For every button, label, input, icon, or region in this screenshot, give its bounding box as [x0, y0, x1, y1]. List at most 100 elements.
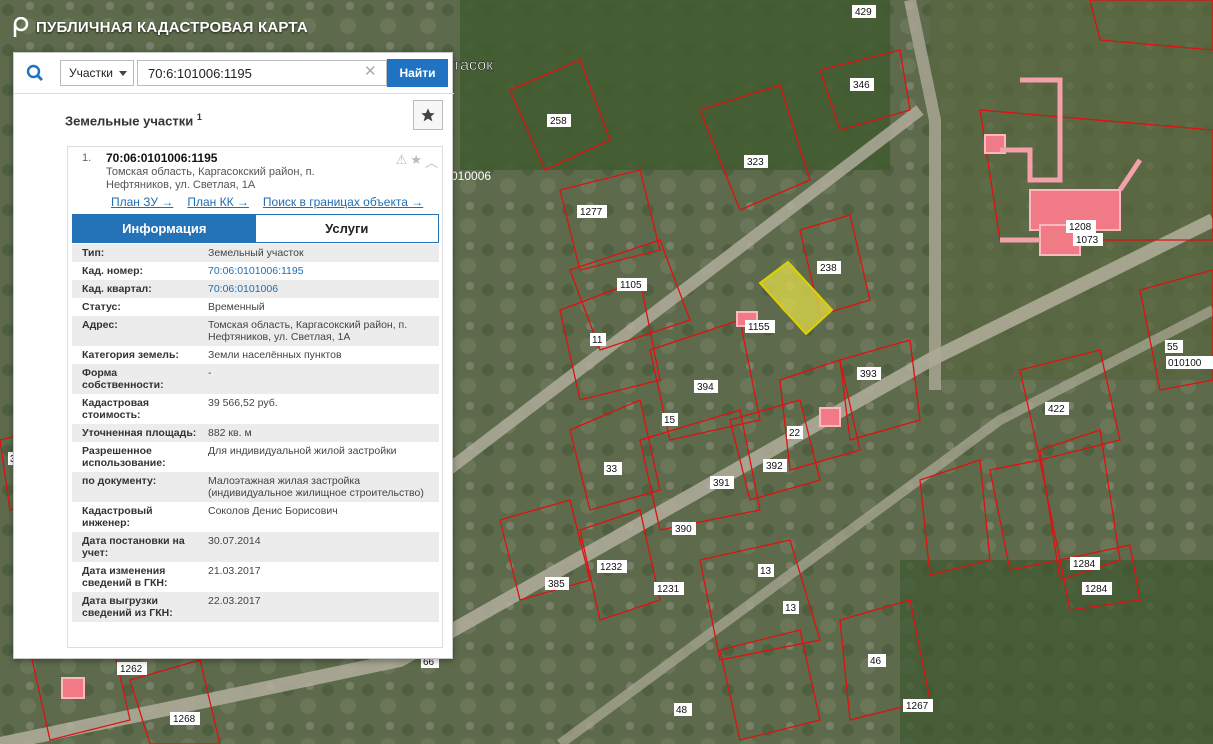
- search-toggle-button[interactable]: [14, 53, 56, 93]
- result-card[interactable]: 1. 70:06:0101006:1195 Томская область, К…: [67, 146, 443, 648]
- object-type-value: Участки: [69, 66, 113, 80]
- info-value: Земли населённых пунктов: [208, 349, 342, 361]
- info-label: Форма собственности:: [82, 367, 164, 391]
- cadastral-quarter-link[interactable]: 70:06:0101006: [204, 280, 439, 298]
- map-label-1208: 1208: [1066, 220, 1096, 233]
- svg-text:323: 323: [747, 157, 764, 168]
- card-tabs: Информация Услуги: [72, 214, 439, 243]
- svg-text:1232: 1232: [600, 562, 623, 573]
- map-label-15: 15: [662, 413, 678, 426]
- svg-text:429: 429: [855, 7, 872, 18]
- svg-text:1284: 1284: [1073, 559, 1096, 570]
- svg-text:010100: 010100: [1168, 358, 1202, 369]
- info-row: Разрешенное использование: Для индивидуал…: [72, 442, 439, 472]
- tab-services[interactable]: Услуги: [255, 215, 438, 242]
- svg-text:13: 13: [760, 566, 772, 577]
- info-row: Кад. номер: 70:06:0101006:1195: [72, 262, 439, 280]
- map-label-13b: 13: [783, 601, 799, 614]
- map-label-48: 48: [674, 703, 692, 716]
- map-label-390: 390: [672, 522, 696, 535]
- object-type-select[interactable]: Участки: [60, 60, 134, 86]
- chevron-up-icon[interactable]: ︿: [425, 152, 438, 171]
- map-label-323: 323: [744, 155, 768, 168]
- info-row: Дата изменения сведений в ГКН: 21.03.2017: [72, 562, 439, 592]
- svg-text:391: 391: [713, 478, 730, 489]
- map-label-tasok: тасок: [453, 57, 494, 74]
- info-label: Уточненная площадь:: [82, 427, 197, 439]
- results-header: Земельные участки 1: [14, 93, 454, 135]
- search-in-bounds-link[interactable]: Поиск в границах объекта →: [263, 195, 423, 209]
- svg-text:48: 48: [676, 705, 688, 716]
- plan-zu-link[interactable]: План ЗУ →: [111, 195, 173, 209]
- svg-text:392: 392: [766, 461, 783, 472]
- info-label: по документу:: [82, 475, 157, 487]
- info-label: Дата выгрузки сведений из ГКН:: [82, 595, 173, 619]
- map-label-1155: 1155: [745, 320, 775, 333]
- map-label-429: 429: [852, 5, 876, 18]
- info-label: Кад. квартал:: [82, 283, 152, 295]
- map-label-1284: 1284: [1070, 557, 1100, 570]
- results-count: 1: [196, 112, 202, 122]
- svg-text:1262: 1262: [120, 664, 143, 675]
- star-icon[interactable]: ★: [410, 152, 422, 171]
- map-label-346: 346: [850, 78, 874, 91]
- map-label-385: 385: [545, 577, 569, 590]
- info-row: Уточненная площадь: 882 кв. м: [72, 424, 439, 442]
- map-label-33: 33: [604, 462, 622, 475]
- map-label-55: 55: [1165, 340, 1183, 353]
- info-value: 882 кв. м: [208, 427, 252, 439]
- favorite-button[interactable]: [413, 100, 443, 130]
- info-value: Земельный участок: [208, 247, 304, 259]
- search-bar: Участки ✕ Найти: [14, 53, 454, 93]
- svg-text:390: 390: [675, 524, 692, 535]
- map-label-1105: 1105: [617, 278, 647, 291]
- svg-text:394: 394: [697, 382, 714, 393]
- svg-text:422: 422: [1048, 404, 1065, 415]
- map-label-238: 238: [817, 261, 841, 274]
- find-button[interactable]: Найти: [387, 59, 448, 87]
- clear-icon[interactable]: ✕: [364, 64, 377, 80]
- warning-icon[interactable]: ⚠: [396, 152, 408, 171]
- info-row: Тип: Земельный участок: [72, 244, 439, 262]
- svg-text:238: 238: [820, 263, 837, 274]
- info-row: Адрес: Томская область, Каргасокский райо…: [72, 316, 439, 346]
- results-title-text: Земельные участки: [65, 113, 194, 129]
- map-label-393: 393: [857, 367, 881, 380]
- svg-text:22: 22: [789, 428, 801, 439]
- info-row: Дата постановки на учет: 30.07.2014: [72, 532, 439, 562]
- map-label-22: 22: [787, 426, 803, 439]
- info-value: 39 566,52 руб.: [208, 397, 278, 409]
- svg-text:1073: 1073: [1076, 235, 1099, 246]
- info-row: Кад. квартал: 70:06:0101006: [72, 280, 439, 298]
- search-input[interactable]: [137, 60, 387, 86]
- cadastral-number-link[interactable]: 70:06:0101006:1195: [204, 262, 439, 280]
- info-label: Кад. номер:: [82, 265, 144, 277]
- info-label: Кадастровый инженер:: [82, 505, 153, 529]
- svg-text:346: 346: [853, 80, 870, 91]
- plan-kk-link[interactable]: План КК →: [187, 195, 249, 209]
- info-row: Форма собственности: -: [72, 364, 439, 394]
- info-row: Дата выгрузки сведений из ГКН: 22.03.2017: [72, 592, 439, 622]
- map-label-1073: 1073: [1073, 233, 1103, 246]
- map-label-1231: 1231: [654, 582, 684, 595]
- svg-text:393: 393: [860, 369, 877, 380]
- svg-text:1277: 1277: [580, 207, 603, 218]
- cadastral-number-title[interactable]: 70:06:0101006:1195: [106, 151, 217, 165]
- svg-text:46: 46: [870, 656, 882, 667]
- svg-text:1268: 1268: [173, 714, 196, 725]
- svg-text:1284: 1284: [1085, 584, 1108, 595]
- svg-text:33: 33: [606, 464, 618, 475]
- map-label-010100: 010100: [1166, 356, 1213, 369]
- search-panel: Участки ✕ Найти Земельные участки 1 1. 7…: [13, 52, 454, 659]
- info-value: Соколов Денис Борисович: [208, 505, 338, 517]
- info-value: 21.03.2017: [208, 565, 261, 577]
- svg-text:1208: 1208: [1069, 222, 1092, 233]
- map-label-13: 13: [758, 564, 774, 577]
- map-label-422: 422: [1045, 402, 1069, 415]
- map-label-46: 46: [868, 654, 886, 667]
- parcel-address: Томская область, Каргасокский район, п. …: [106, 166, 315, 191]
- info-value: 30.07.2014: [208, 535, 261, 547]
- svg-text:1267: 1267: [906, 701, 929, 712]
- map-label-quarter: 010006: [451, 169, 491, 183]
- tab-information[interactable]: Информация: [73, 215, 256, 242]
